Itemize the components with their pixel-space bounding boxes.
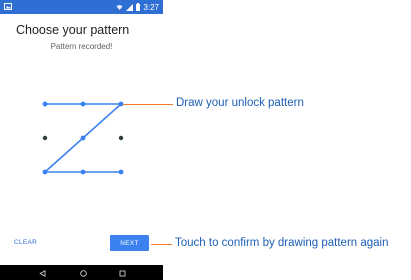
pattern-dot-2[interactable] (80, 101, 86, 107)
next-button[interactable]: NEXT (110, 235, 149, 251)
confirm-callout-line (151, 244, 172, 245)
pattern-dot-7[interactable] (42, 169, 48, 175)
navigation-bar (0, 265, 163, 280)
pattern-dot-1[interactable] (42, 101, 48, 107)
confirm-callout: Touch to confirm by drawing pattern agai… (175, 237, 389, 249)
pattern-dot-4[interactable] (42, 135, 48, 141)
recents-icon[interactable] (117, 268, 127, 278)
home-icon[interactable] (78, 268, 88, 278)
pattern-callout-line (123, 104, 173, 105)
clear-button[interactable]: CLEAR (14, 239, 37, 246)
pattern-dot-6[interactable] (118, 135, 124, 141)
pattern-grid[interactable] (0, 0, 163, 265)
pattern-dot-5[interactable] (80, 135, 86, 141)
pattern-dot-8[interactable] (80, 169, 86, 175)
phone-screen: 3:27 Choose your pattern Pattern recorde… (0, 0, 163, 280)
pattern-callout: Draw your unlock pattern (176, 97, 304, 109)
back-icon[interactable] (37, 268, 47, 278)
pattern-dot-9[interactable] (118, 169, 124, 175)
